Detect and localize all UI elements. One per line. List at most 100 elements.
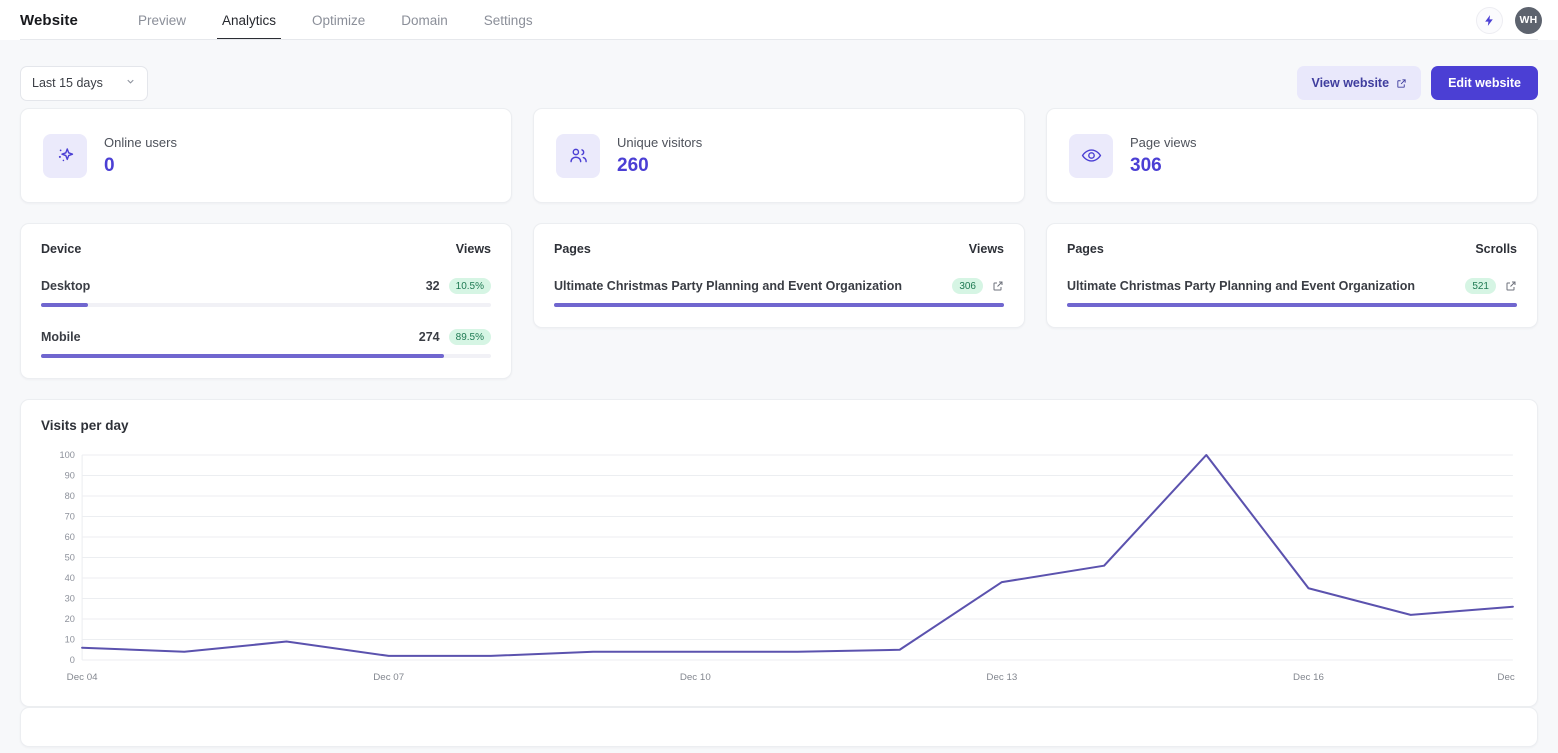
scrolls-column-label: Scrolls: [1475, 242, 1517, 256]
svg-text:Dec 10: Dec 10: [680, 672, 711, 683]
open-page-link[interactable]: [1505, 280, 1517, 292]
date-range-select[interactable]: Last 15 days: [20, 65, 148, 101]
avatar[interactable]: WH: [1515, 6, 1542, 34]
device-column-label: Device: [41, 242, 82, 256]
lightning-bolt-icon: [1485, 14, 1493, 26]
sparkle-icon: [58, 148, 73, 162]
progress-track: [41, 354, 491, 358]
device-row-top: Mobile 274 89.5%: [41, 329, 491, 345]
edit-website-button[interactable]: Edit website: [1431, 66, 1538, 100]
progress-fill: [41, 354, 444, 358]
page-scrolls-badge: 521: [1465, 278, 1496, 294]
svg-text:20: 20: [65, 614, 75, 624]
stat-card-unique-visitors: Unique visitors 260: [533, 108, 1025, 203]
stat-icon-wrapper: [1069, 133, 1113, 178]
table-row: Desktop 32 10.5%: [41, 278, 491, 307]
svg-text:40: 40: [65, 573, 75, 583]
svg-text:Dec 18: Dec 18: [1497, 672, 1517, 683]
svg-text:60: 60: [65, 532, 75, 542]
device-breakdown-card: Device Views Desktop 32 10.5% Mobile 274…: [20, 223, 512, 379]
visits-line-chart: 0 10 20 30 40 50 60 70 80 90 100 Dec 04 Dec 07 Dec 10…: [60, 450, 1517, 683]
device-name: Desktop: [41, 279, 91, 293]
pages-scrolls-card: Pages Scrolls Ultimate Christmas Party P…: [1046, 223, 1538, 328]
stat-label: Online users: [104, 134, 177, 150]
toolbar: Last 15 days View website Edit website: [0, 40, 1558, 108]
page-name[interactable]: Ultimate Christmas Party Planning and Ev…: [554, 279, 943, 293]
tab-domain[interactable]: Domain: [383, 0, 466, 40]
tab-settings[interactable]: Settings: [466, 0, 551, 40]
stat-text: Online users 0: [104, 135, 177, 177]
svg-text:Dec 07: Dec 07: [373, 672, 404, 683]
svg-text:30: 30: [65, 594, 75, 604]
stat-value: 306: [1130, 154, 1162, 176]
table-row: Ultimate Christmas Party Planning and Ev…: [554, 278, 1004, 307]
visits-per-day-chart-card: Visits per day 0 10 20 30 40 50 60 70 80 90 100 Dec…: [20, 399, 1538, 707]
svg-text:Dec 13: Dec 13: [986, 672, 1017, 683]
external-link-icon: [1397, 78, 1406, 88]
chevron-down-icon: [125, 76, 136, 90]
view-website-button[interactable]: View website: [1297, 66, 1422, 100]
device-name: Mobile: [41, 330, 81, 344]
stats-row: Online users 0 Unique visitors 260 Page …: [20, 108, 1538, 203]
table-row: Ultimate Christmas Party Planning and Ev…: [1067, 278, 1517, 307]
nav-tabs: Preview Analytics Optimize Domain Settin…: [120, 0, 551, 40]
page-name[interactable]: Ultimate Christmas Party Planning and Ev…: [1067, 279, 1456, 293]
table-row: Mobile 274 89.5%: [41, 329, 491, 358]
svg-text:80: 80: [65, 491, 75, 501]
progress-fill: [554, 303, 1004, 307]
stat-label: Page views: [1130, 134, 1197, 150]
svg-text:90: 90: [65, 471, 75, 481]
chart-plot-area: 0 10 20 30 40 50 60 70 80 90 100 Dec 04 Dec 07 Dec 10…: [41, 445, 1517, 692]
page-views-badge: 306: [952, 278, 983, 294]
svg-text:0: 0: [70, 655, 75, 665]
external-link-icon: [993, 281, 1003, 291]
stat-value: 260: [617, 154, 649, 176]
views-column-label: Views: [968, 242, 1004, 256]
device-count: 274: [418, 330, 440, 344]
top-navigation-bar: Website Preview Analytics Optimize Domai…: [0, 0, 1558, 40]
device-percent-badge: 89.5%: [448, 329, 491, 345]
views-column-label: Views: [455, 242, 491, 256]
breakdown-row: Device Views Desktop 32 10.5% Mobile 274…: [20, 223, 1538, 379]
pages-column-label: Pages: [1067, 242, 1104, 256]
pages-scrolls-header: Pages Scrolls: [1067, 242, 1517, 256]
tab-optimize[interactable]: Optimize: [294, 0, 383, 40]
brand-title: Website: [20, 11, 78, 29]
pages-views-header: Pages Views: [554, 242, 1004, 256]
chart-title: Visits per day: [41, 418, 129, 433]
eye-icon: [1081, 149, 1101, 162]
page-row-top: Ultimate Christmas Party Planning and Ev…: [554, 278, 1004, 294]
svg-text:Dec 16: Dec 16: [1293, 672, 1324, 683]
next-section-card: [20, 707, 1538, 747]
tab-analytics[interactable]: Analytics: [204, 0, 294, 40]
stat-icon-wrapper: [43, 133, 87, 178]
stat-card-online-users: Online users 0: [20, 108, 512, 203]
date-range-value: Last 15 days: [32, 76, 103, 90]
external-link-icon: [1506, 281, 1516, 291]
progress-track: [1067, 303, 1517, 307]
lightning-bolt-button[interactable]: [1476, 6, 1503, 34]
svg-text:50: 50: [65, 553, 75, 563]
tab-preview[interactable]: Preview: [120, 0, 204, 40]
device-count: 32: [425, 279, 440, 293]
progress-fill: [41, 303, 89, 307]
svg-text:100: 100: [60, 450, 75, 460]
stat-value: 0: [104, 154, 115, 176]
stat-card-page-views: Page views 306: [1046, 108, 1538, 203]
open-page-link[interactable]: [992, 280, 1004, 292]
svg-text:10: 10: [65, 635, 75, 645]
toolbar-actions: View website Edit website: [1297, 66, 1538, 100]
stat-text: Unique visitors 260: [617, 135, 702, 177]
progress-track: [41, 303, 491, 307]
pages-views-card: Pages Views Ultimate Christmas Party Pla…: [533, 223, 1025, 328]
view-website-label: View website: [1311, 76, 1390, 90]
progress-fill: [1067, 303, 1517, 307]
top-right-actions: WH: [1476, 6, 1542, 34]
pages-column-label: Pages: [554, 242, 591, 256]
device-percent-badge: 10.5%: [448, 278, 491, 294]
svg-text:Dec 04: Dec 04: [67, 672, 99, 683]
svg-text:70: 70: [65, 512, 75, 522]
stat-text: Page views 306: [1130, 135, 1196, 177]
users-icon: [569, 148, 587, 163]
device-card-header: Device Views: [41, 242, 491, 256]
